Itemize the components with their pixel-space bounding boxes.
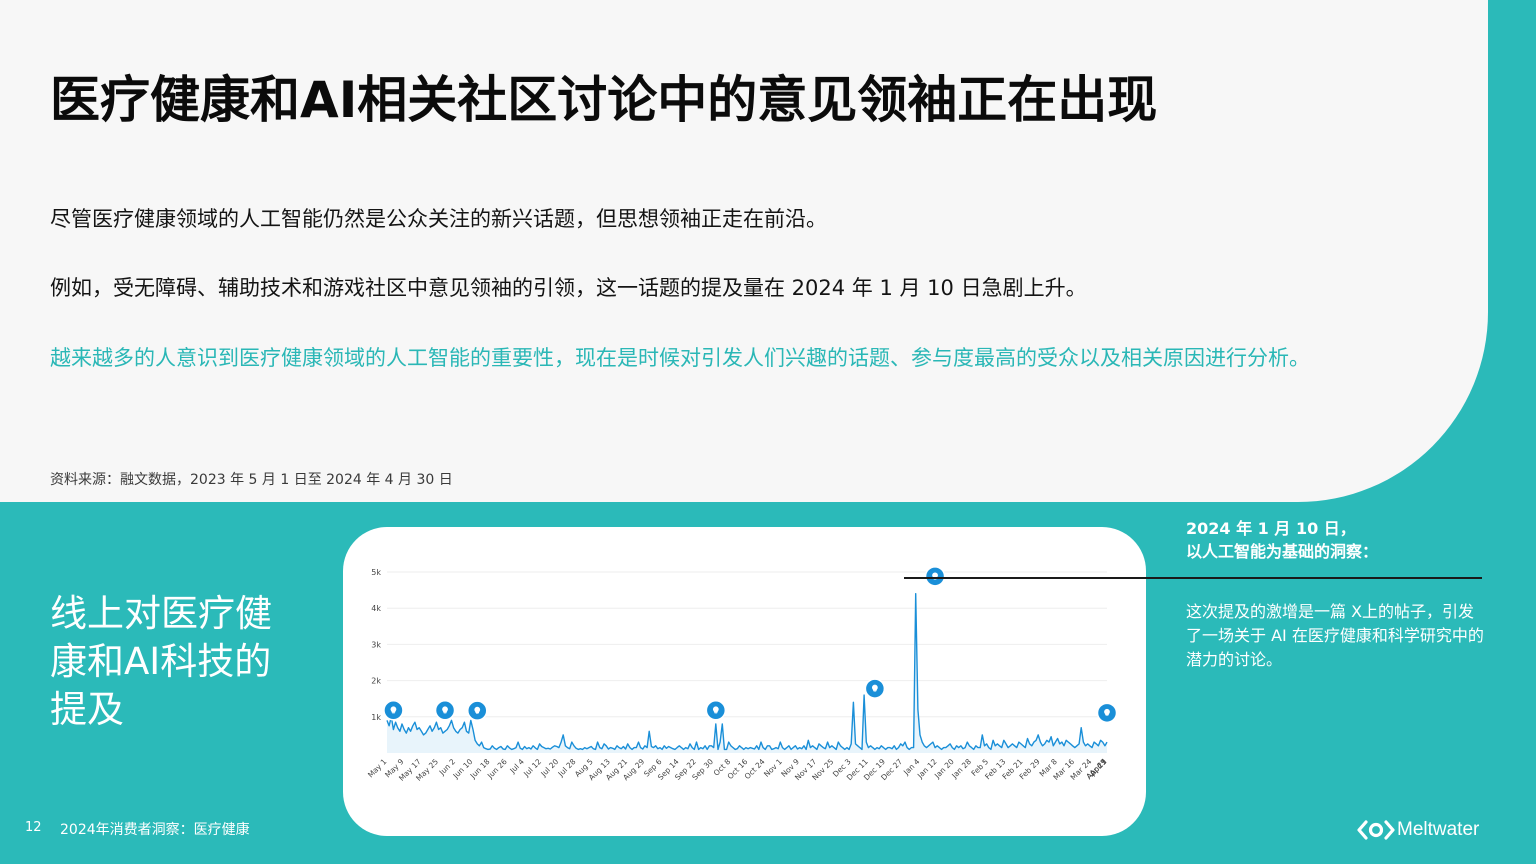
y-tick-label: 1k: [371, 713, 381, 722]
x-tick-label: Jul 20: [538, 757, 560, 779]
chart-section-title: 线上对医疗健康和AI科技的提及: [50, 592, 272, 731]
meltwater-logo-icon: [1357, 820, 1395, 840]
annotation-title-subject: 以人工智能为基础的洞察：: [1186, 542, 1379, 561]
x-tick-label: Jan 28: [949, 757, 973, 781]
mentions-chart: 1k2k3k4k5kMay 1May 9May 17May 25Jun 2Jun…: [366, 566, 1118, 783]
annotation-body: 这次提及的激增是一篇 X上的帖子，引发了一场关于 AI 在医疗健康和科学研究中的…: [1186, 602, 1484, 669]
annotation-leader-line: [904, 577, 1482, 579]
intro-paragraph: 尽管医疗健康领域的人工智能仍然是公众关注的新兴话题，但思想领袖正走在前沿。: [50, 207, 827, 231]
brand-name: Meltwater: [1397, 819, 1480, 840]
y-tick-label: 2k: [371, 677, 381, 686]
chart-card: 1k 2k 3k 4k 5k May 1 May 9 May 17 May 25 Jun 2 Jun…: [343, 527, 1146, 836]
page-title: 医疗健康和AI相关社区讨论中的意见领袖正在出现: [50, 71, 1158, 129]
source-note: 资料来源：融文数据，2023 年 5 月 1 日至 2024 年 4 月 30 …: [50, 472, 453, 488]
y-tick-label: 3k: [371, 640, 381, 649]
brand: Meltwater: [1357, 818, 1479, 842]
annotation-title: 2024 年 1 月 10 日， 以人工智能为基础的洞察：: [1186, 517, 1486, 563]
x-tick-label: Jul 12: [521, 757, 543, 779]
example-paragraph: 例如，受无障碍、辅助技术和游戏社区中意见领袖的引领，这一话题的提及量在 2024…: [50, 276, 1087, 300]
y-tick-label: 5k: [371, 568, 381, 577]
y-tick-label: 4k: [371, 604, 381, 613]
x-tick-label: Nov 1: [762, 757, 784, 779]
highlight-paragraph: 越来越多的人意识到医疗健康领域的人工智能的重要性，现在是时候对引发人们兴趣的话题…: [50, 346, 1310, 370]
series-area: [387, 593, 1107, 753]
page-number: 12: [25, 820, 42, 835]
report-title: 2024年消费者洞察：医疗健康: [60, 822, 250, 838]
series-line: [386, 593, 1108, 751]
x-tick-label: Jul 28: [556, 757, 578, 779]
annotation-title-date: 2024 年 1 月 10 日，: [1186, 519, 1356, 538]
